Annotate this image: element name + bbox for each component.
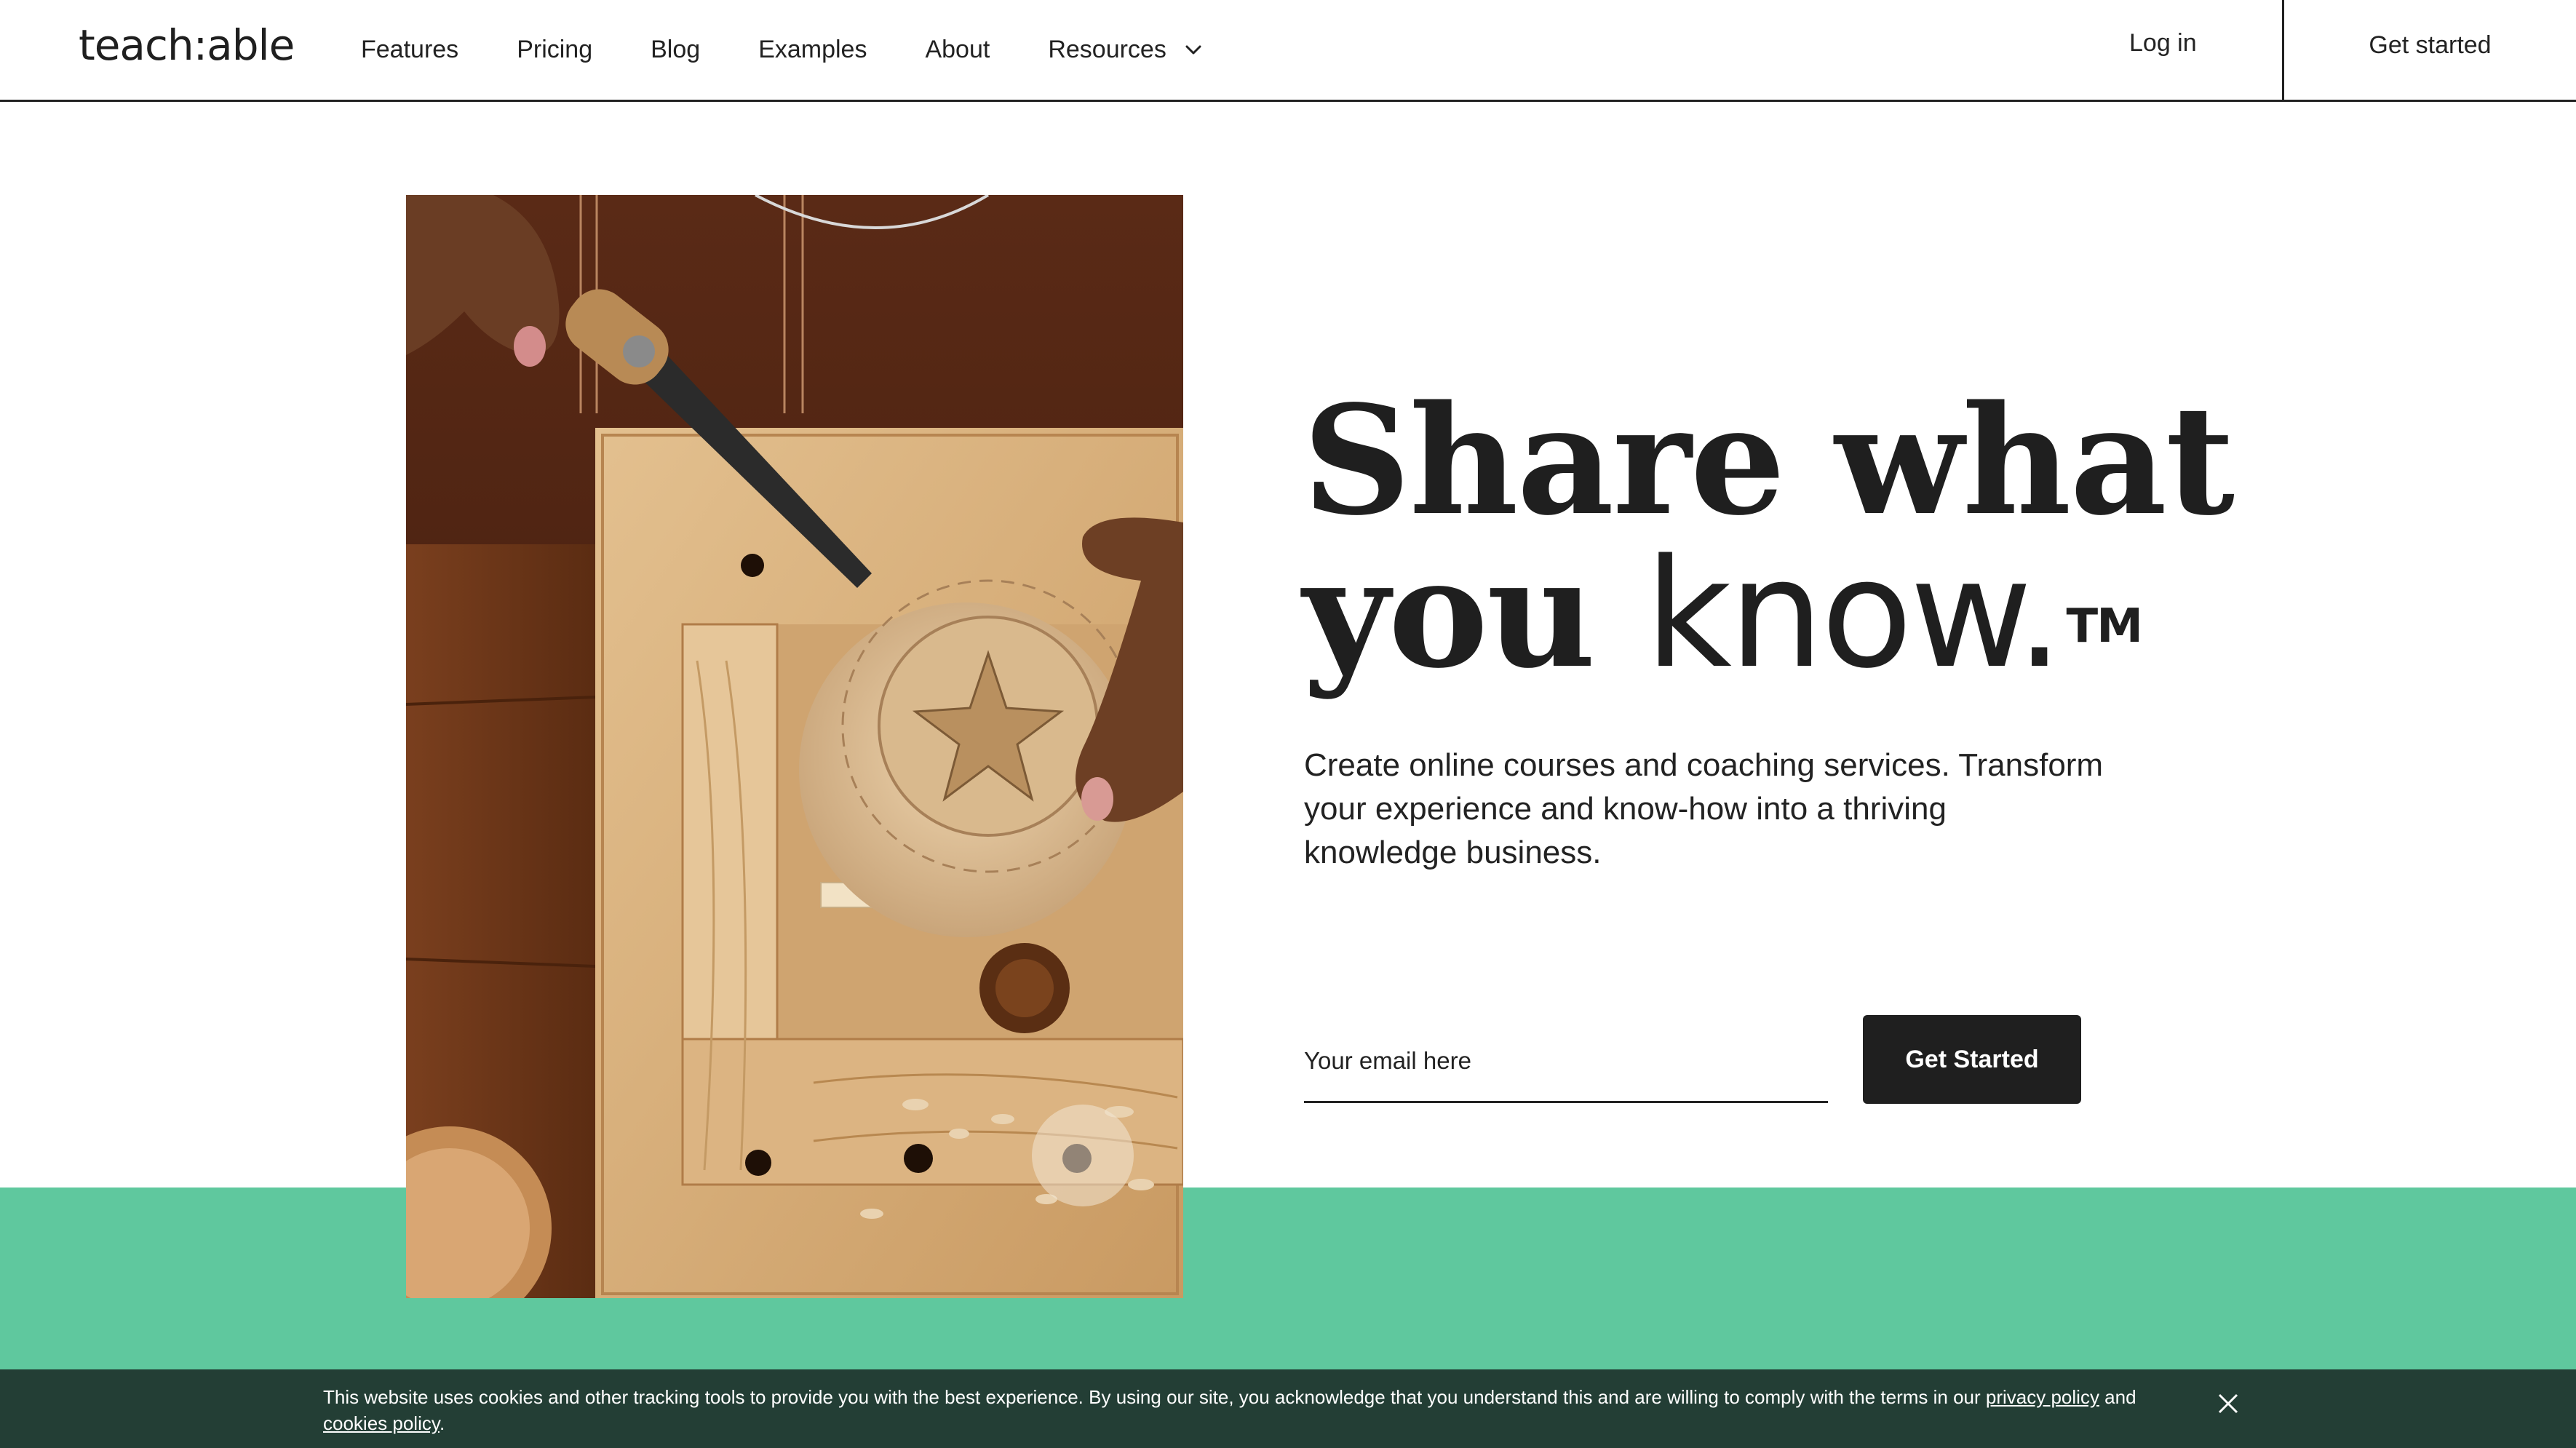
cookies-policy-link[interactable]: cookies policy <box>323 1412 440 1434</box>
nav-features[interactable]: Features <box>361 36 458 64</box>
hero-headline: Share what you know. TM <box>1303 384 2249 691</box>
close-icon[interactable] <box>2215 1391 2241 1417</box>
get-started-header-button[interactable]: Get started <box>2284 0 2576 100</box>
login-link[interactable]: Log in <box>2129 29 2197 57</box>
cookie-text-end: . <box>439 1412 445 1434</box>
hero-subtext: Create online courses and coaching servi… <box>1304 747 2104 870</box>
main-nav: Features Pricing Blog Examples About Res… <box>361 0 1263 100</box>
green-band <box>0 1188 2576 1369</box>
nav-resources-label: Resources <box>1048 36 1166 63</box>
page: teach:able Features Pricing Blog Example… <box>0 0 2576 1448</box>
privacy-policy-link[interactable]: privacy policy <box>1986 1386 2099 1408</box>
hero-image-wood-carving <box>406 195 1183 1298</box>
cookie-text-main: This website uses cookies and other trac… <box>323 1386 1986 1408</box>
cookie-text-and: and <box>2099 1386 2136 1408</box>
headline-know: know. <box>1645 527 2064 701</box>
nav-examples[interactable]: Examples <box>758 36 867 64</box>
headline-you: you <box>1303 525 1645 701</box>
nav-blog[interactable]: Blog <box>651 36 700 64</box>
email-field[interactable] <box>1304 1033 1828 1103</box>
site-header: teach:able Features Pricing Blog Example… <box>0 0 2576 102</box>
cookie-banner: This website uses cookies and other trac… <box>0 1369 2576 1448</box>
headline-line1: Share what <box>1303 373 2235 549</box>
nav-pricing[interactable]: Pricing <box>517 36 592 64</box>
nav-about[interactable]: About <box>925 36 990 64</box>
chevron-down-icon <box>1185 45 1201 54</box>
teachable-logo[interactable]: teach:able <box>79 20 295 70</box>
nav-resources[interactable]: Resources <box>1048 36 1204 64</box>
trademark-mark: TM <box>2066 600 2143 653</box>
cookie-text: This website uses cookies and other trac… <box>323 1384 2201 1436</box>
get-started-button[interactable]: Get Started <box>1863 1015 2081 1104</box>
